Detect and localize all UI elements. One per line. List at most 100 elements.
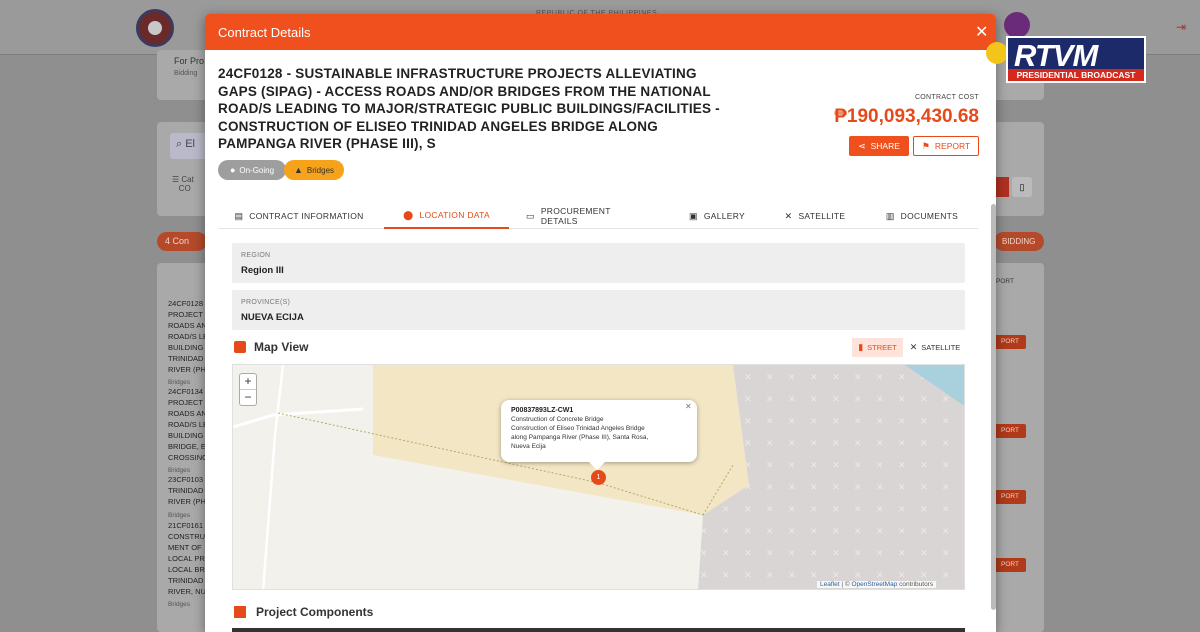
road-line <box>233 407 364 429</box>
bg-list-item[interactable]: 24CF0134 PROJECT ROADS AN ROAD/S LE BUIL… <box>168 386 208 464</box>
rtvm-sun-icon <box>986 42 1008 64</box>
bg-report-button[interactable]: PORT <box>994 335 1026 349</box>
bg-list-category: Bridges <box>168 512 191 519</box>
street-label: STREET <box>867 343 897 352</box>
modal-scrollbar[interactable] <box>991 204 996 610</box>
contract-cost-value: ₱190,093,430.68 <box>834 106 979 127</box>
report-button[interactable]: ⚑ REPORT <box>913 136 979 156</box>
project-components-table-header <box>232 628 965 632</box>
rtvm-watermark: RTVM PRESIDENTIAL BROADCAST <box>1006 36 1146 83</box>
bg-filter-sub: CO <box>178 184 191 193</box>
bg-filter-label: Cat <box>181 175 194 184</box>
folder-icon: ▭ <box>526 210 535 221</box>
bg-list-item[interactable]: 24CF0128 PROJECT ROADS AN ROAD/S LE BUIL… <box>168 298 208 376</box>
modal-header: Contract Details ✕ <box>205 14 996 50</box>
documents-icon: ▥ <box>885 210 895 221</box>
osm-link[interactable]: OpenStreetMap <box>851 581 897 588</box>
tab-label: LOCATION DATA <box>419 210 490 220</box>
region-field: REGION Region III <box>232 243 965 283</box>
tab-procurement-details[interactable]: ▭ PROCUREMENT DETAILS <box>526 203 650 229</box>
map-attribution: Leaflet | © OpenStreetMap contributors <box>817 581 937 588</box>
project-components-heading: Project Components <box>234 605 373 619</box>
region-label: REGION <box>241 252 271 259</box>
bg-list-category: Bridges <box>168 601 191 608</box>
bg-bidding-pill[interactable]: BIDDING <box>994 232 1044 251</box>
modal-title: Contract Details <box>218 25 311 40</box>
table-icon <box>234 606 246 618</box>
share-icon: ⋖ <box>858 140 866 151</box>
satellite-icon: ✕ <box>784 210 793 221</box>
detail-tabs: ▤ CONTRACT INFORMATION ⬤ LOCATION DATA ▭… <box>218 203 978 229</box>
province-value: NUEVA ECIJA <box>241 312 304 323</box>
image-icon: ▣ <box>689 210 698 221</box>
tab-satellite[interactable]: ✕ SATELLITE <box>780 203 850 229</box>
share-button[interactable]: ⋖ SHARE <box>849 136 909 156</box>
status-label: On-Going <box>239 165 275 175</box>
tab-label: DOCUMENTS <box>900 211 959 221</box>
satellite-label: SATELLITE <box>921 343 961 352</box>
bg-search-input[interactable]: ⌕ El <box>170 133 210 159</box>
bg-icon-button[interactable]: ▯ <box>1012 177 1032 197</box>
project-title: 24CF0128 - SUSTAINABLE INFRASTRUCTURE PR… <box>218 66 720 151</box>
flag-icon: ⚑ <box>921 140 930 151</box>
bg-report-button[interactable]: PORT <box>994 424 1026 438</box>
contract-cost-label: CONTRACT COST <box>914 94 979 101</box>
tab-documents[interactable]: ▥ DOCUMENTS <box>882 203 962 229</box>
tab-contract-information[interactable]: ▤ CONTRACT INFORMATION <box>234 203 364 229</box>
popup-line: Construction of Eliseo Trinidad Angeles … <box>511 425 645 432</box>
popup-line: along Pampanga River (Phase III), Santa … <box>511 434 649 441</box>
bg-bidding-label: Bidding <box>174 70 198 77</box>
zoom-control: + − <box>239 373 257 406</box>
category-icon: ▲ <box>293 165 303 175</box>
map-popup: P00837893LZ-CW1 Construction of Concrete… <box>501 400 697 470</box>
bg-filter[interactable]: ☰ Cat CO <box>172 175 194 193</box>
category-label: Bridges <box>306 165 335 175</box>
logout-icon[interactable]: ⇥ <box>1176 20 1186 34</box>
tab-gallery[interactable]: ▣ GALLERY <box>685 203 749 229</box>
zoom-out-button[interactable]: − <box>240 390 256 406</box>
bg-search-text: El <box>185 138 195 150</box>
satellite-toggle-icon: ✕ <box>909 342 918 352</box>
bg-report-button[interactable]: PORT <box>994 558 1026 572</box>
map-marker[interactable]: 1 <box>591 470 606 485</box>
rtvm-subtitle: PRESIDENTIAL BROADCAST <box>1008 69 1144 81</box>
tab-label: GALLERY <box>703 211 745 221</box>
popup-close-icon[interactable]: ✕ <box>685 402 692 411</box>
popup-tip <box>589 462 605 470</box>
popup-id: P00837893LZ-CW1 <box>511 407 574 414</box>
bg-report-column-header: PORT <box>996 278 1014 285</box>
close-icon[interactable]: ✕ <box>975 22 988 42</box>
location-map[interactable]: ✕ + − P00837893LZ-CW1 Construction of Co… <box>232 364 965 590</box>
tab-label: PROCUREMENT DETAILS <box>540 206 611 226</box>
map-view-heading: Map View <box>234 340 308 354</box>
project-components-title: Project Components <box>256 605 374 619</box>
map-satellite-toggle[interactable]: ✕ SATELLITE <box>905 338 965 357</box>
bg-list-item[interactable]: 23CF0103 TRINIDAD RIVER (PH <box>168 474 208 508</box>
region-value: Region III <box>241 265 284 276</box>
province-label: PROVINCE(S) <box>241 299 291 306</box>
bg-for-pro-label: For Pro <box>174 56 205 66</box>
status-clock-icon: ● <box>229 165 236 175</box>
seal-icon <box>1004 12 1030 38</box>
leaflet-link[interactable]: Leaflet <box>820 581 840 588</box>
bg-count-pill: 4 Con <box>157 232 207 251</box>
map-view-title: Map View <box>254 340 309 354</box>
location-pin-icon: ⬤ <box>403 209 414 220</box>
contract-details-modal: Contract Details ✕ 24CF0128 - SUSTAINABL… <box>205 14 996 632</box>
map-icon <box>234 341 246 353</box>
tab-label: SATELLITE <box>798 211 846 221</box>
status-badge: ● On-Going <box>218 160 286 180</box>
dpwh-logo <box>136 9 174 47</box>
road-line <box>261 365 285 589</box>
category-badge: ▲ Bridges <box>284 160 344 180</box>
popup-line: Construction of Concrete Bridge <box>511 416 604 423</box>
map-street-toggle[interactable]: ▮ STREET <box>852 338 903 357</box>
zoom-in-button[interactable]: + <box>240 374 256 390</box>
tab-label: CONTRACT INFORMATION <box>249 211 364 221</box>
bg-report-button[interactable]: PORT <box>994 490 1026 504</box>
street-icon: ▮ <box>858 342 864 352</box>
report-label: REPORT <box>934 141 971 151</box>
bg-list-item[interactable]: 21CF0161 CONSTRUCT MENT OF LOCAL PR LOCA… <box>168 520 208 598</box>
bg-view-button[interactable] <box>995 177 1009 197</box>
tab-location-data[interactable]: ⬤ LOCATION DATA <box>384 203 509 229</box>
